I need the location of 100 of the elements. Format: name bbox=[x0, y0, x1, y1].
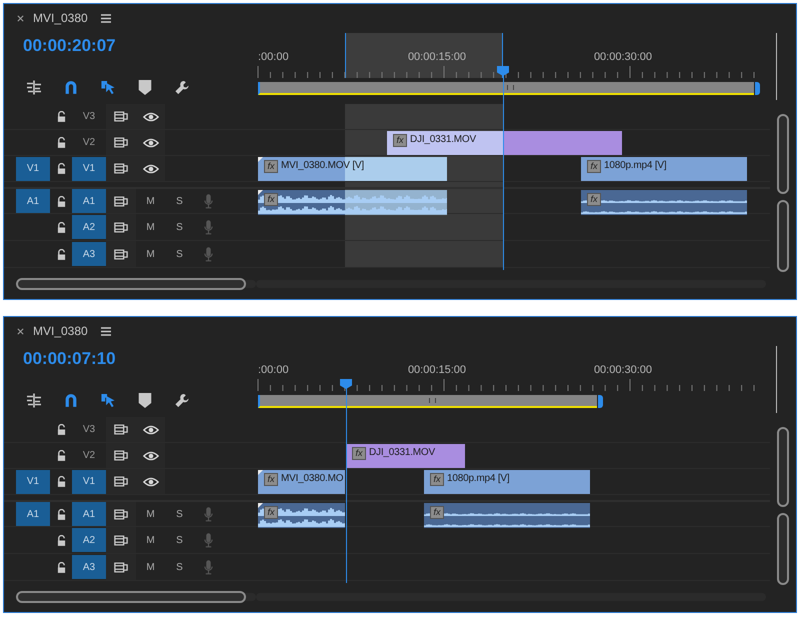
wrench-icon[interactable] bbox=[174, 392, 190, 408]
close-icon[interactable] bbox=[17, 328, 24, 334]
lock-icon[interactable] bbox=[56, 562, 66, 572]
vertical-scrollbar[interactable] bbox=[777, 200, 789, 272]
filmstrip-icon[interactable] bbox=[114, 196, 128, 206]
track-label[interactable]: A3 bbox=[72, 555, 106, 579]
filmstrip-icon[interactable] bbox=[114, 508, 128, 520]
menu-icon[interactable] bbox=[100, 14, 111, 22]
eye-icon[interactable] bbox=[142, 138, 158, 148]
filmstrip-icon[interactable] bbox=[114, 222, 128, 232]
mute-toggle[interactable]: M bbox=[146, 222, 155, 232]
solo-toggle[interactable]: S bbox=[176, 562, 183, 572]
eye-icon[interactable] bbox=[142, 164, 158, 174]
source-patch[interactable]: A1 bbox=[16, 502, 50, 526]
filmstrip-icon[interactable] bbox=[114, 562, 128, 572]
ruler-label: 00:00:15:00 bbox=[408, 51, 466, 63]
filmstrip-icon[interactable] bbox=[114, 248, 128, 260]
solo-toggle[interactable]: S bbox=[176, 534, 183, 546]
lock-icon[interactable] bbox=[56, 111, 66, 122]
lock-icon[interactable] bbox=[56, 424, 66, 435]
track-label[interactable]: A2 bbox=[72, 215, 106, 239]
close-icon[interactable] bbox=[17, 14, 24, 22]
cursor-icon[interactable] bbox=[100, 80, 116, 94]
filmstrip-icon[interactable] bbox=[114, 450, 128, 461]
track-label[interactable]: V2 bbox=[72, 444, 106, 468]
eye-icon[interactable] bbox=[142, 112, 158, 122]
source-patch[interactable]: V1 bbox=[16, 156, 50, 180]
filmstrip-icon[interactable] bbox=[114, 163, 128, 174]
lock-icon[interactable] bbox=[56, 196, 66, 206]
timecode[interactable]: 00:00:07:10 bbox=[4, 345, 256, 373]
scroll-thumb[interactable] bbox=[16, 590, 246, 602]
vertical-scrollbar[interactable] bbox=[777, 114, 789, 194]
source-patch[interactable]: V1 bbox=[16, 470, 50, 494]
timecode[interactable]: 00:00:20:07 bbox=[4, 32, 256, 60]
lock-icon[interactable] bbox=[56, 534, 66, 546]
audio-clip[interactable]: fx bbox=[258, 503, 345, 528]
video-clip[interactable]: fx DJI_0331.MOV bbox=[346, 444, 465, 468]
magnet-icon[interactable] bbox=[63, 80, 79, 94]
lock-icon[interactable] bbox=[56, 476, 66, 487]
filmstrip-icon[interactable] bbox=[114, 476, 128, 487]
vertical-scrollbar[interactable] bbox=[777, 427, 789, 507]
audio-clip[interactable]: fx bbox=[258, 190, 447, 215]
solo-toggle[interactable]: S bbox=[176, 508, 183, 520]
marker-icon[interactable] bbox=[137, 392, 153, 408]
lock-icon[interactable] bbox=[56, 222, 66, 232]
filmstrip-icon[interactable] bbox=[114, 111, 128, 122]
mute-toggle[interactable]: M bbox=[146, 562, 155, 572]
tracks-icon[interactable] bbox=[26, 80, 42, 94]
eye-icon[interactable] bbox=[142, 424, 158, 434]
lock-icon[interactable] bbox=[56, 450, 66, 461]
mute-toggle[interactable]: M bbox=[146, 248, 155, 260]
work-area-handle[interactable] bbox=[598, 395, 603, 408]
playhead-marker[interactable] bbox=[340, 379, 352, 389]
solo-toggle[interactable]: S bbox=[176, 222, 183, 232]
tracks-icon[interactable] bbox=[26, 392, 42, 408]
eye-icon[interactable] bbox=[142, 450, 158, 460]
track-label[interactable]: V1 bbox=[72, 156, 106, 180]
fx-badge: fx bbox=[352, 447, 366, 460]
audio-clip[interactable]: fx bbox=[424, 503, 590, 528]
video-clip[interactable]: fx DJI_0331.MOV bbox=[387, 131, 622, 155]
audio-clip[interactable]: fx bbox=[581, 190, 747, 215]
lock-icon[interactable] bbox=[56, 248, 66, 260]
lock-icon[interactable] bbox=[56, 163, 66, 174]
video-clip[interactable]: fx MVI_0380.MO bbox=[258, 470, 345, 494]
track-label[interactable]: A1 bbox=[72, 502, 106, 526]
source-patch[interactable]: A1 bbox=[16, 189, 50, 213]
track-label[interactable]: A2 bbox=[72, 528, 106, 552]
grip-icon[interactable] bbox=[428, 398, 436, 403]
solo-toggle[interactable]: S bbox=[176, 196, 183, 206]
wrench-icon[interactable] bbox=[174, 80, 190, 94]
video-clip[interactable]: fx 1080p.mp4 [V] bbox=[424, 470, 590, 494]
track-label[interactable]: V2 bbox=[72, 130, 106, 154]
mute-toggle[interactable]: M bbox=[146, 534, 155, 546]
lock-icon[interactable] bbox=[56, 137, 66, 148]
track-label[interactable]: A1 bbox=[72, 189, 106, 213]
track-label[interactable]: V1 bbox=[72, 470, 106, 494]
video-clip[interactable]: fx MVI_0380.MOV [V] bbox=[258, 157, 447, 181]
marker-icon[interactable] bbox=[137, 80, 153, 94]
work-area-handle[interactable] bbox=[755, 82, 760, 95]
mute-toggle[interactable]: M bbox=[146, 508, 155, 520]
eye-icon[interactable] bbox=[142, 476, 158, 486]
video-clip[interactable]: fx 1080p.mp4 [V] bbox=[581, 157, 747, 181]
cursor-icon[interactable] bbox=[100, 392, 116, 408]
filmstrip-icon[interactable] bbox=[114, 137, 128, 148]
track-label[interactable]: V3 bbox=[72, 104, 106, 128]
magnet-icon[interactable] bbox=[63, 392, 79, 408]
lock-icon[interactable] bbox=[56, 508, 66, 520]
grip-icon[interactable] bbox=[507, 85, 514, 90]
vertical-scrollbar[interactable] bbox=[777, 513, 789, 585]
track-label[interactable]: V3 bbox=[72, 418, 106, 442]
track-label[interactable]: A3 bbox=[72, 242, 106, 266]
scroll-thumb[interactable] bbox=[16, 278, 246, 290]
solo-toggle[interactable]: S bbox=[176, 248, 183, 260]
filmstrip-icon[interactable] bbox=[114, 424, 128, 435]
menu-icon[interactable] bbox=[100, 326, 111, 336]
panel-title[interactable]: MVI_0380 bbox=[33, 11, 88, 25]
playhead-marker[interactable] bbox=[497, 66, 509, 76]
filmstrip-icon[interactable] bbox=[114, 534, 128, 546]
panel-title[interactable]: MVI_0380 bbox=[33, 324, 88, 338]
mute-toggle[interactable]: M bbox=[146, 196, 155, 206]
